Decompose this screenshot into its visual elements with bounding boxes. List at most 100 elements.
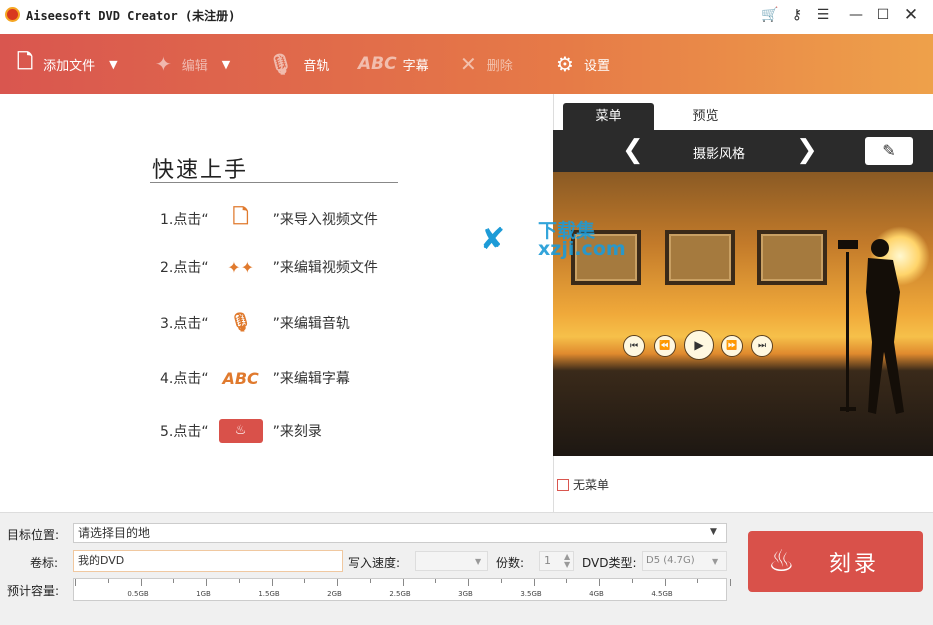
play-icon[interactable]: ▶ <box>684 330 714 360</box>
key-icon[interactable]: ⚷ <box>787 5 807 25</box>
subtitle-button[interactable]: ABC 字幕 <box>358 34 429 94</box>
capacity-tick-label: 4GB <box>589 590 604 598</box>
delete-button[interactable]: ✕ 删除 <box>460 34 513 94</box>
menu-style-name: 摄影风格 <box>692 147 745 162</box>
step-prefix: 5.点击“ <box>160 424 209 440</box>
edit-stars-icon: ✦ <box>155 52 172 76</box>
capacity-tick <box>107 579 109 583</box>
copies-spin-icon[interactable]: ▲ ▼ <box>564 553 570 569</box>
forward-icon[interactable]: ⏩ <box>721 335 743 357</box>
thumbnail-frame[interactable] <box>757 230 827 285</box>
capacity-tick <box>697 579 699 583</box>
burn-flame-icon: ♨ <box>768 544 795 579</box>
step-prefix: 4.点击“ <box>160 371 209 387</box>
destination-dropdown-icon[interactable]: ▼ <box>710 527 717 537</box>
tab-preview[interactable]: 预览 <box>660 103 751 130</box>
burn-button[interactable]: ♨ 刻录 <box>748 531 923 592</box>
maximize-icon[interactable]: ☐ <box>873 5 893 25</box>
capacity-tick <box>337 579 338 586</box>
add-file-button[interactable]: 🗋 添加文件 ▼ <box>17 34 118 94</box>
capacity-tick <box>206 579 207 586</box>
capacity-tick-label: 0.5GB <box>127 590 149 598</box>
delete-x-icon: ✕ <box>460 52 477 76</box>
audio-label: 音轨 <box>303 58 330 74</box>
capacity-tick <box>402 579 404 586</box>
thumbnail-frame[interactable] <box>665 230 735 285</box>
capacity-tick <box>75 579 76 586</box>
capacity-tick <box>468 579 469 586</box>
photographer-silhouette <box>838 239 904 414</box>
settings-button[interactable]: ⚙ 设置 <box>556 34 610 94</box>
burn-icon[interactable]: ♨ <box>218 419 263 443</box>
audio-button[interactable]: 🎙 音轨 <box>268 34 329 94</box>
edit-button[interactable]: ✦ 编辑 ▼ <box>155 34 230 94</box>
delete-label: 删除 <box>486 58 513 74</box>
title-divider <box>150 182 398 183</box>
edit-menu-button[interactable]: ✎ <box>865 137 913 165</box>
dvd-type-dropdown-icon[interactable]: ▼ <box>712 557 718 566</box>
copies-label: 份数: <box>496 556 525 570</box>
app-logo-icon <box>5 7 20 22</box>
dvd-type-label: DVD类型: <box>582 556 637 570</box>
step-suffix: ”来编辑字幕 <box>272 371 350 387</box>
no-menu-checkbox[interactable]: 无菜单 <box>557 476 609 493</box>
checkbox-box[interactable] <box>557 478 569 491</box>
capacity-tick <box>140 579 142 586</box>
capacity-tick <box>599 579 600 586</box>
capacity-tick <box>271 579 273 586</box>
main-toolbar: 🗋 添加文件 ▼ ✦ 编辑 ▼ 🎙 音轨 ABC 字幕 ✕ 删除 ⚙ 设置 <box>0 34 933 94</box>
capacity-tick <box>631 579 633 583</box>
minimize-icon[interactable]: — <box>846 5 866 25</box>
quick-start-step-1: 1.点击“ 🗋 ”来导入视频文件 <box>160 202 378 236</box>
capacity-tick-label: 1GB <box>196 590 211 598</box>
step-prefix: 2.点击“ <box>160 260 209 276</box>
destination-select[interactable]: 请选择目的地 <box>73 523 727 543</box>
watermark-text-2: xzji.com <box>538 238 626 260</box>
skip-back-icon[interactable]: ⏮ <box>623 335 645 357</box>
step-prefix: 3.点击“ <box>160 315 209 332</box>
quick-start-step-3: 3.点击“ 🎙 ”来编辑音轨 <box>160 312 350 333</box>
add-file-icon[interactable]: 🗋 <box>233 202 249 236</box>
capacity-tick-label: 3.5GB <box>520 590 542 598</box>
capacity-tick <box>533 579 535 586</box>
burn-label: 刻录 <box>828 551 879 577</box>
add-file-icon: 🗋 <box>17 49 34 73</box>
rewind-icon[interactable]: ⏪ <box>654 335 676 357</box>
close-icon[interactable]: ✕ <box>901 5 921 25</box>
abc-icon: ABC <box>358 54 397 74</box>
write-speed-dropdown-icon[interactable]: ▼ <box>475 557 481 566</box>
cart-icon[interactable]: 🛒 <box>760 5 780 25</box>
gear-icon: ⚙ <box>556 52 574 76</box>
tab-menu[interactable]: 菜单 <box>563 103 654 130</box>
capacity-tick-label: 1.5GB <box>258 590 280 598</box>
settings-label: 设置 <box>583 58 610 74</box>
prev-style-chevron-icon[interactable]: ❮ <box>622 137 644 163</box>
volume-input[interactable]: 我的DVD <box>73 550 343 572</box>
quick-start-step-5: 5.点击“ ♨ ”来刻录 <box>160 419 322 443</box>
quick-start-step-2: 2.点击“ ✦✦ ”来编辑视频文件 <box>160 257 378 277</box>
step-suffix: ”来编辑音轨 <box>272 315 350 332</box>
capacity-tick <box>435 579 437 583</box>
step-suffix: ”来导入视频文件 <box>272 212 378 228</box>
capacity-label: 预计容量: <box>7 584 60 598</box>
skip-forward-icon[interactable]: ⏭ <box>751 335 773 357</box>
capacity-tick-label: 2.5GB <box>389 590 411 598</box>
subtitle-label: 字幕 <box>402 58 429 74</box>
quick-start-title: 快速上手 <box>152 158 249 183</box>
abc-icon[interactable]: ABC <box>222 369 258 388</box>
write-speed-label: 写入速度: <box>348 556 401 570</box>
destination-label: 目标位置: <box>7 528 60 542</box>
quick-start-step-4: 4.点击“ ABC ”来编辑字幕 <box>160 368 350 388</box>
edit-dropdown-icon[interactable]: ▼ <box>222 58 230 71</box>
edit-pencil-icon: ✎ <box>882 141 896 160</box>
mic-icon[interactable]: 🎙 <box>229 312 252 333</box>
volume-label: 卷标: <box>30 556 59 570</box>
edit-stars-icon[interactable]: ✦✦ <box>227 258 254 277</box>
feedback-icon[interactable]: ☰ <box>813 5 833 25</box>
watermark: 下载集 xzji.com <box>538 222 626 260</box>
add-file-dropdown-icon[interactable]: ▼ <box>109 58 117 71</box>
mic-icon: 🎙 <box>268 52 294 76</box>
capacity-tick-label: 3GB <box>458 590 473 598</box>
capacity-tick <box>238 579 240 583</box>
next-style-chevron-icon[interactable]: ❯ <box>796 137 818 163</box>
